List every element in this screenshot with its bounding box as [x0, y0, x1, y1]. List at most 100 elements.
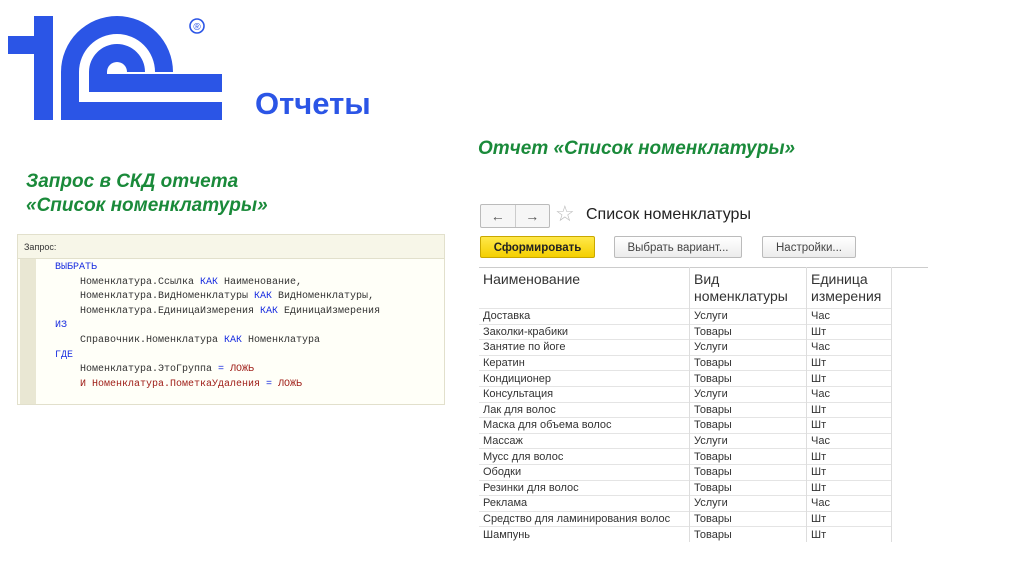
- table-row[interactable]: Реклама Услуги Час: [479, 495, 892, 512]
- code-text: Справочник.Номенклатура: [80, 335, 225, 346]
- keyword: КАК: [254, 291, 273, 303]
- cell-unit: Час: [806, 308, 892, 325]
- cell-kind: Товары: [689, 479, 807, 496]
- cell-kind: Услуги: [689, 339, 807, 356]
- cell-name: Консультация: [479, 385, 690, 403]
- cell-kind: Товары: [689, 510, 807, 527]
- keyword: КАК: [260, 305, 279, 317]
- table-row[interactable]: Кератин Товары Шт: [479, 354, 892, 371]
- cell-name: Реклама: [479, 495, 690, 512]
- code-text: ЕдиницаИзмерения: [278, 305, 381, 317]
- table-row[interactable]: Лак для волос Товары Шт: [479, 401, 892, 418]
- table-row[interactable]: Шампунь Товары Шт: [479, 526, 892, 542]
- report-table: Наименование Вид номенклатуры Единица из…: [479, 267, 892, 542]
- query-heading: Запрос в СКД отчета «Список номенклатуры…: [26, 170, 268, 218]
- query-line: Номенклатура.ВидНоменклатуры КАК ВидНоме…: [80, 291, 374, 302]
- col-header-kind: Вид номенклатуры: [689, 267, 807, 309]
- cell-name: Шампунь: [479, 526, 690, 542]
- cell-kind: Услуги: [689, 308, 807, 325]
- cell-kind: Услуги: [689, 432, 807, 449]
- cell-name: Заколки-крабики: [479, 323, 690, 340]
- code-text: ЛОЖЬ: [272, 378, 303, 390]
- cell-kind: Товары: [689, 354, 807, 371]
- select-variant-button[interactable]: Выбрать вариант...: [614, 236, 742, 258]
- registered-mark: ®: [193, 22, 201, 33]
- settings-button[interactable]: Настройки...: [762, 236, 856, 258]
- cell-name: Ободки: [479, 463, 690, 481]
- star-favorite-icon[interactable]: ☆: [555, 201, 575, 227]
- cell-unit: Час: [806, 385, 892, 403]
- cell-kind: Услуги: [689, 385, 807, 403]
- cell-name: Средство для ламинирования волос: [479, 510, 690, 527]
- page-title: Отчеты: [255, 86, 371, 121]
- editor-gutter: [20, 259, 36, 404]
- code-text: И Номенклатура.ПометкаУдаления: [80, 378, 267, 390]
- cell-unit: Шт: [806, 401, 892, 418]
- table-row[interactable]: Резинки для волос Товары Шт: [479, 479, 892, 496]
- table-row[interactable]: Массаж Услуги Час: [479, 432, 892, 449]
- query-line: Номенклатура.ЭтоГруппа = ЛОЖЬ: [80, 364, 254, 375]
- table-row[interactable]: Средство для ламинирования волос Товары Шт: [479, 510, 892, 527]
- table-row[interactable]: Мусс для волос Товары Шт: [479, 448, 892, 465]
- cell-unit: Час: [806, 339, 892, 356]
- cell-name: Доставка: [479, 308, 690, 325]
- cell-unit: Шт: [806, 526, 892, 542]
- report-heading: Отчет «Список номенклатуры»: [478, 138, 796, 159]
- query-heading-line1: Запрос в СКД отчета: [26, 171, 239, 192]
- cell-unit: Шт: [806, 510, 892, 527]
- code-text: Номенклатура.ВидНоменклатуры: [80, 291, 255, 303]
- back-arrow-icon[interactable]: ←: [481, 205, 516, 227]
- cell-kind: Товары: [689, 401, 807, 418]
- keyword: КАК: [224, 335, 243, 346]
- forward-arrow-icon[interactable]: →: [516, 205, 550, 227]
- cell-unit: Шт: [806, 479, 892, 496]
- cell-unit: Шт: [806, 354, 892, 371]
- cell-kind: Товары: [689, 417, 807, 434]
- generate-button[interactable]: Сформировать: [480, 236, 595, 258]
- code-text: Номенклатура.ЭтоГруппа: [80, 364, 219, 376]
- keyword: КАК: [200, 276, 219, 288]
- code-text: Наименование,: [218, 276, 303, 288]
- cell-unit: Шт: [806, 417, 892, 434]
- table-row[interactable]: Маска для объема волос Товары Шт: [479, 417, 892, 434]
- keyword: ИЗ: [55, 320, 68, 332]
- code-text: ВидНоменклатуры,: [272, 291, 375, 303]
- table-row[interactable]: Заколки-крабики Товары Шт: [479, 323, 892, 340]
- cell-kind: Товары: [689, 463, 807, 481]
- table-row[interactable]: Ободки Товары Шт: [479, 463, 892, 481]
- cell-name: Кондиционер: [479, 370, 690, 387]
- table-row[interactable]: Доставка Услуги Час: [479, 308, 892, 325]
- cell-name: Кератин: [479, 354, 690, 371]
- cell-unit: Шт: [806, 463, 892, 481]
- code-text: Номенклатура: [242, 335, 321, 346]
- cell-name: Маска для объема волос: [479, 417, 690, 434]
- query-line: Номенклатура.ЕдиницаИзмерения КАК Единиц…: [80, 306, 380, 317]
- query-line: ГДЕ: [55, 350, 73, 361]
- keyword: ВЫБРАТЬ: [55, 262, 98, 273]
- code-text: Номенклатура.Ссылка: [80, 276, 201, 288]
- cell-name: Массаж: [479, 432, 690, 449]
- cell-kind: Товары: [689, 526, 807, 542]
- table-row[interactable]: Занятие по йоге Услуги Час: [479, 339, 892, 356]
- col-header-name: Наименование: [479, 267, 690, 309]
- code-text: Номенклатура.ЕдиницаИзмерения: [80, 305, 261, 317]
- cell-name: Занятие по йоге: [479, 339, 690, 356]
- cell-kind: Товары: [689, 323, 807, 340]
- cell-unit: Шт: [806, 370, 892, 387]
- 1c-logo: ®: [8, 16, 222, 120]
- keyword: ГДЕ: [55, 349, 74, 361]
- query-line: ВЫБРАТЬ: [55, 262, 97, 273]
- query-line: Справочник.Номенклатура КАК Номенклатура: [80, 335, 320, 346]
- cell-name: Лак для волос: [479, 401, 690, 418]
- cell-unit: Шт: [806, 323, 892, 340]
- nav-buttons: ← →: [480, 204, 550, 228]
- cell-name: Резинки для волос: [479, 479, 690, 496]
- cell-name: Мусс для волос: [479, 448, 690, 465]
- cell-kind: Товары: [689, 370, 807, 387]
- query-editor[interactable]: Запрос: ВЫБРАТЬ Номенклатура.Ссылка КАК Н…: [17, 234, 445, 405]
- query-line: Номенклатура.Ссылка КАК Наименование,: [80, 277, 302, 288]
- table-row[interactable]: Консультация Услуги Час: [479, 385, 892, 403]
- table-row[interactable]: Кондиционер Товары Шт: [479, 370, 892, 387]
- cell-unit: Шт: [806, 448, 892, 465]
- query-heading-line2: «Список номенклатуры»: [26, 195, 268, 216]
